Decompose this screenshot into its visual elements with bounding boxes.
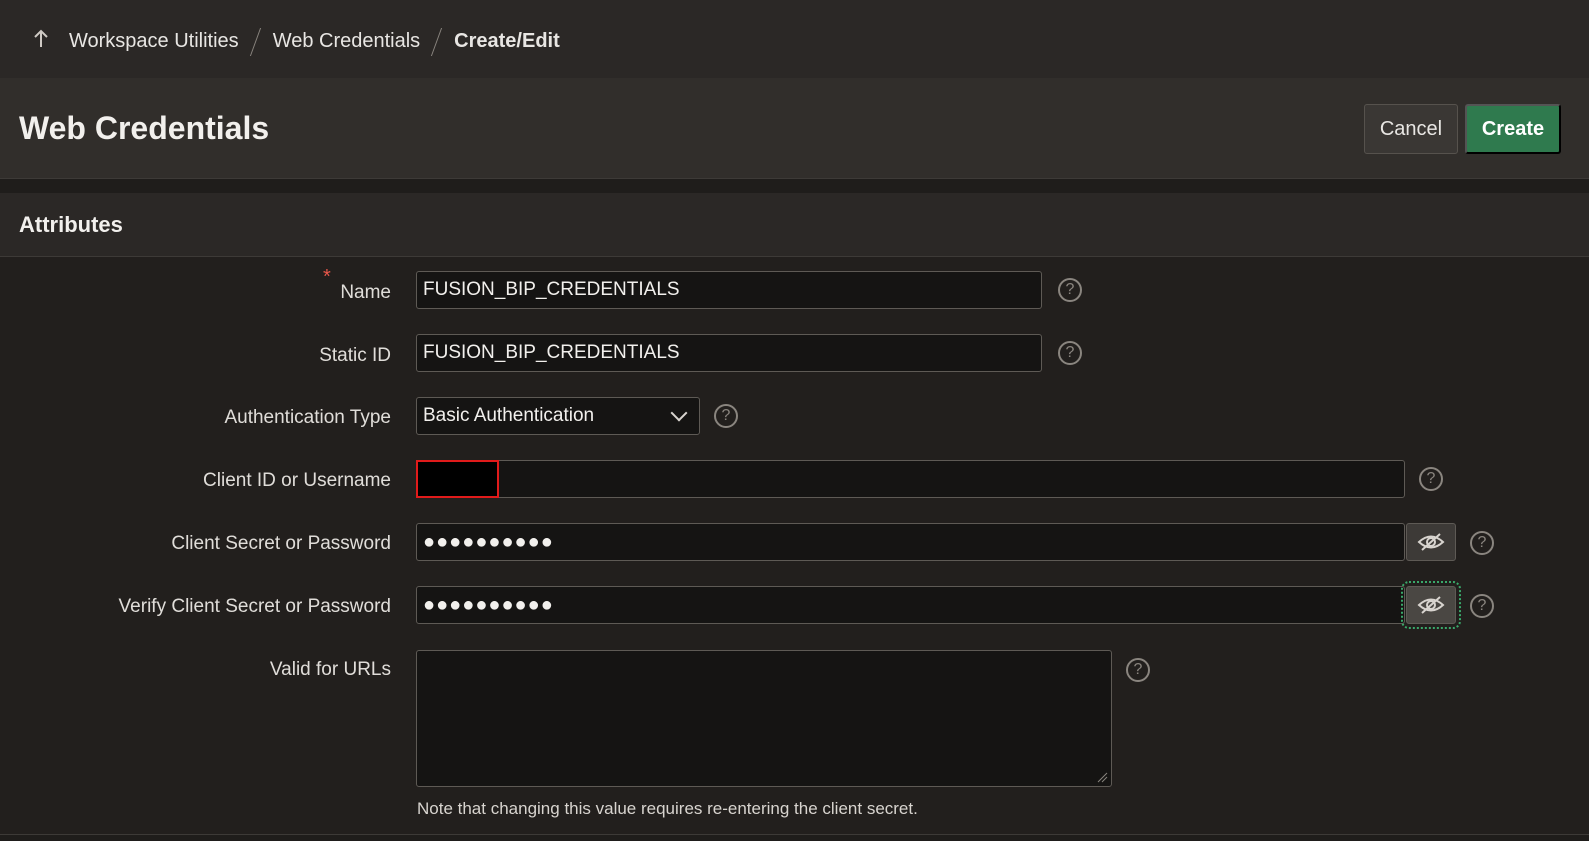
help-icon[interactable]: ? [714, 404, 738, 428]
valid-urls-note: Note that changing this value requires r… [417, 799, 918, 818]
valid-urls-label: Valid for URLs [269, 659, 391, 680]
verify-secret-input[interactable]: ●●●●●●●●●● [416, 586, 1405, 624]
client-secret-value: ●●●●●●●●●● [423, 530, 554, 553]
cancel-button[interactable]: Cancel [1364, 104, 1458, 154]
authentication-type-label: Authentication Type [224, 407, 391, 428]
page-title: Web Credentials [19, 110, 270, 146]
name-label: Name [340, 282, 391, 303]
breadcrumb-separator [251, 28, 261, 54]
breadcrumb-create-edit: Create/Edit [454, 29, 560, 52]
help-icon[interactable]: ? [1126, 658, 1150, 682]
toggle-verify-visibility-button[interactable] [1401, 581, 1461, 629]
verify-secret-label: Verify Client Secret or Password [118, 596, 391, 617]
arrow-up-icon[interactable] [32, 28, 50, 50]
breadcrumb-workspace-utilities[interactable]: Workspace Utilities [69, 30, 239, 53]
name-input[interactable]: FUSION_BIP_CREDENTIALS [416, 271, 1042, 309]
create-button[interactable]: Create [1465, 104, 1561, 154]
authentication-type-value: Basic Authentication [423, 405, 595, 426]
help-icon[interactable]: ? [1058, 278, 1082, 302]
client-secret-label: Client Secret or Password [171, 533, 391, 554]
breadcrumb-web-credentials[interactable]: Web Credentials [273, 30, 420, 53]
chevron-down-icon [670, 404, 688, 422]
valid-urls-textarea[interactable] [416, 650, 1112, 787]
verify-secret-value: ●●●●●●●●●● [423, 593, 554, 616]
resize-handle-icon[interactable] [1096, 771, 1108, 783]
eye-slash-icon [1417, 533, 1445, 551]
eye-slash-icon [1417, 596, 1445, 614]
help-icon[interactable]: ? [1470, 594, 1494, 618]
toggle-secret-visibility-button[interactable] [1406, 523, 1456, 561]
client-id-label: Client ID or Username [203, 470, 391, 491]
static-id-label: Static ID [319, 345, 391, 366]
breadcrumb-separator [432, 28, 442, 54]
help-icon[interactable]: ? [1470, 531, 1494, 555]
static-id-input[interactable]: FUSION_BIP_CREDENTIALS [416, 334, 1042, 372]
redaction-box [416, 460, 499, 498]
client-id-input[interactable] [416, 460, 1405, 498]
authentication-type-select[interactable]: Basic Authentication [416, 397, 700, 435]
region-title: Attributes [19, 212, 123, 237]
region-header [0, 193, 1589, 257]
required-marker: * [323, 266, 331, 288]
client-secret-input[interactable]: ●●●●●●●●●● [416, 523, 1405, 561]
help-icon[interactable]: ? [1058, 341, 1082, 365]
help-icon[interactable]: ? [1419, 467, 1443, 491]
breadcrumb: Workspace Utilities Web Credentials Crea… [69, 28, 560, 54]
